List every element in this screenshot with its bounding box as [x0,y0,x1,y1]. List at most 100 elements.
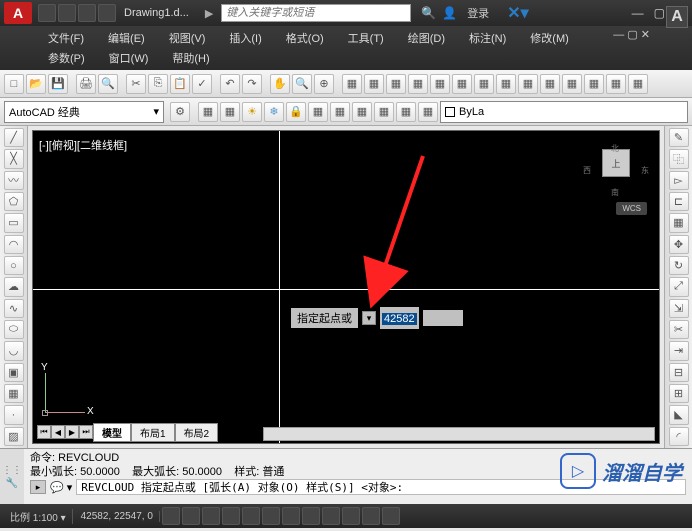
menu-help[interactable]: 帮助(H) [162,48,219,68]
save-icon[interactable]: 💾 [48,74,68,94]
tb-icon[interactable]: ▦ [364,74,384,94]
doc-minimize-icon[interactable]: — ▢ ✕ [613,28,654,48]
st-icon[interactable] [302,507,320,525]
tab-layout2[interactable]: 布局2 [175,423,219,442]
login-label[interactable]: 登录 [467,5,489,21]
search-input[interactable] [221,4,411,22]
orbit-icon[interactable]: ⊕ [314,74,334,94]
menu-file[interactable]: 文件(F) [38,28,94,48]
menu-draw[interactable]: 绘图(D) [398,28,455,48]
st-icon[interactable] [282,507,300,525]
command-toggle-icon[interactable]: ▸ [30,480,46,494]
exchange-icon[interactable]: ✕▾ [507,3,528,23]
horizontal-scrollbar[interactable] [263,427,655,441]
status-coords[interactable]: 42582, 22547, 0 [75,511,160,522]
tb-icon[interactable]: ▦ [606,74,626,94]
tb-icon[interactable]: ▦ [452,74,472,94]
tb-icon[interactable]: ▦ [342,74,362,94]
paste-icon[interactable]: 📋 [170,74,190,94]
view-label[interactable]: [-][俯视][二维线框] [39,137,127,153]
copy-obj-icon[interactable]: ⿻ [669,149,689,168]
array-icon[interactable]: ▦ [669,213,689,232]
ellipse-icon[interactable]: ⬭ [4,320,24,339]
layer-icon[interactable]: ☀ [242,102,262,122]
tab-first-icon[interactable]: ⏮ [37,425,51,439]
layer-icon[interactable]: ▦ [418,102,438,122]
hatch-icon[interactable]: ▨ [4,427,24,446]
polar-icon[interactable] [222,507,240,525]
grid-icon[interactable] [182,507,200,525]
menu-insert[interactable]: 插入(I) [219,28,271,48]
viewcube[interactable]: 北 南 东 西 上 WCS [581,139,651,219]
polygon-icon[interactable]: ⬠ [4,192,24,211]
print-icon[interactable]: 🖨 [76,74,96,94]
osnap-icon[interactable] [242,507,260,525]
tb-icon[interactable]: ▦ [496,74,516,94]
block-icon[interactable]: ▣ [4,363,24,382]
ellipse-arc-icon[interactable]: ◡ [4,341,24,360]
layer-icon[interactable]: 🔒 [286,102,306,122]
extend-icon[interactable]: ⇥ [669,341,689,360]
scale-icon[interactable]: ⤢ [669,277,689,296]
menu-dimension[interactable]: 标注(N) [459,28,516,48]
menu-parametric[interactable]: 参数(P) [38,48,95,68]
app-logo[interactable]: A [4,2,32,24]
st-icon[interactable] [262,507,280,525]
break-icon[interactable]: ⊟ [669,363,689,382]
circle-icon[interactable]: ○ [4,256,24,275]
zoom-icon[interactable]: 🔍 [292,74,312,94]
tb-icon[interactable]: ▦ [584,74,604,94]
pan-icon[interactable]: ✋ [270,74,290,94]
st-icon[interactable] [322,507,340,525]
menu-edit[interactable]: 编辑(E) [98,28,155,48]
st-icon[interactable] [382,507,400,525]
canvas[interactable]: [-][俯视][二维线框] 北 南 东 西 上 WCS [32,130,660,444]
layer-icon[interactable]: ▦ [308,102,328,122]
line-icon[interactable]: ╱ [4,128,24,147]
ortho-icon[interactable] [202,507,220,525]
layer-icon[interactable]: ▦ [330,102,350,122]
wrench-icon[interactable]: 🔧 [6,478,18,489]
tb-icon[interactable]: ▦ [562,74,582,94]
offset-icon[interactable]: ⊏ [669,192,689,211]
erase-icon[interactable]: ✎ [669,128,689,147]
play-icon[interactable]: ▶ [205,7,213,20]
qat-new-icon[interactable] [38,4,56,22]
snap-icon[interactable] [162,507,180,525]
layer-icon[interactable]: ▦ [396,102,416,122]
spline-icon[interactable]: ∿ [4,299,24,318]
tb-icon[interactable]: ▦ [430,74,450,94]
move-icon[interactable]: ✥ [669,235,689,254]
menu-tools[interactable]: 工具(T) [338,28,394,48]
preview-icon[interactable]: 🔍 [98,74,118,94]
rotate-icon[interactable]: ↻ [669,256,689,275]
open-icon[interactable]: 📂 [26,74,46,94]
user-icon[interactable]: 👤 [442,6,457,20]
tab-model[interactable]: 模型 [93,423,131,442]
tab-prev-icon[interactable]: ◀ [51,425,65,439]
layer-combo[interactable]: ByLa [440,101,688,123]
match-icon[interactable]: ✓ [192,74,212,94]
qat-dropdown-icon[interactable] [98,4,116,22]
undo-icon[interactable]: ↶ [220,74,240,94]
cut-icon[interactable]: ✂ [126,74,146,94]
menu-modify[interactable]: 修改(M) [520,28,579,48]
xline-icon[interactable]: ╳ [4,149,24,168]
layer-manager-icon[interactable]: ▦ [198,102,218,122]
st-icon[interactable] [342,507,360,525]
new-icon[interactable]: □ [4,74,24,94]
layer-icon[interactable]: ▦ [352,102,372,122]
ws-gear-icon[interactable]: ⚙ [170,102,190,122]
workspace-combo[interactable]: AutoCAD 经典 ▾ [4,101,164,123]
tab-layout1[interactable]: 布局1 [131,423,175,442]
layer-icon[interactable]: ▦ [374,102,394,122]
layer-icon[interactable]: ❄ [264,102,284,122]
tb-icon[interactable]: ▦ [518,74,538,94]
tb-icon[interactable]: ▦ [386,74,406,94]
status-scale-label[interactable]: 比例 1:100 ▾ [4,509,73,524]
binoculars-icon[interactable]: 🔍 [421,6,436,20]
tb-icon[interactable]: ▦ [628,74,648,94]
wcs-badge[interactable]: WCS [616,202,647,215]
menu-view[interactable]: 视图(V) [159,28,216,48]
st-icon[interactable] [362,507,380,525]
